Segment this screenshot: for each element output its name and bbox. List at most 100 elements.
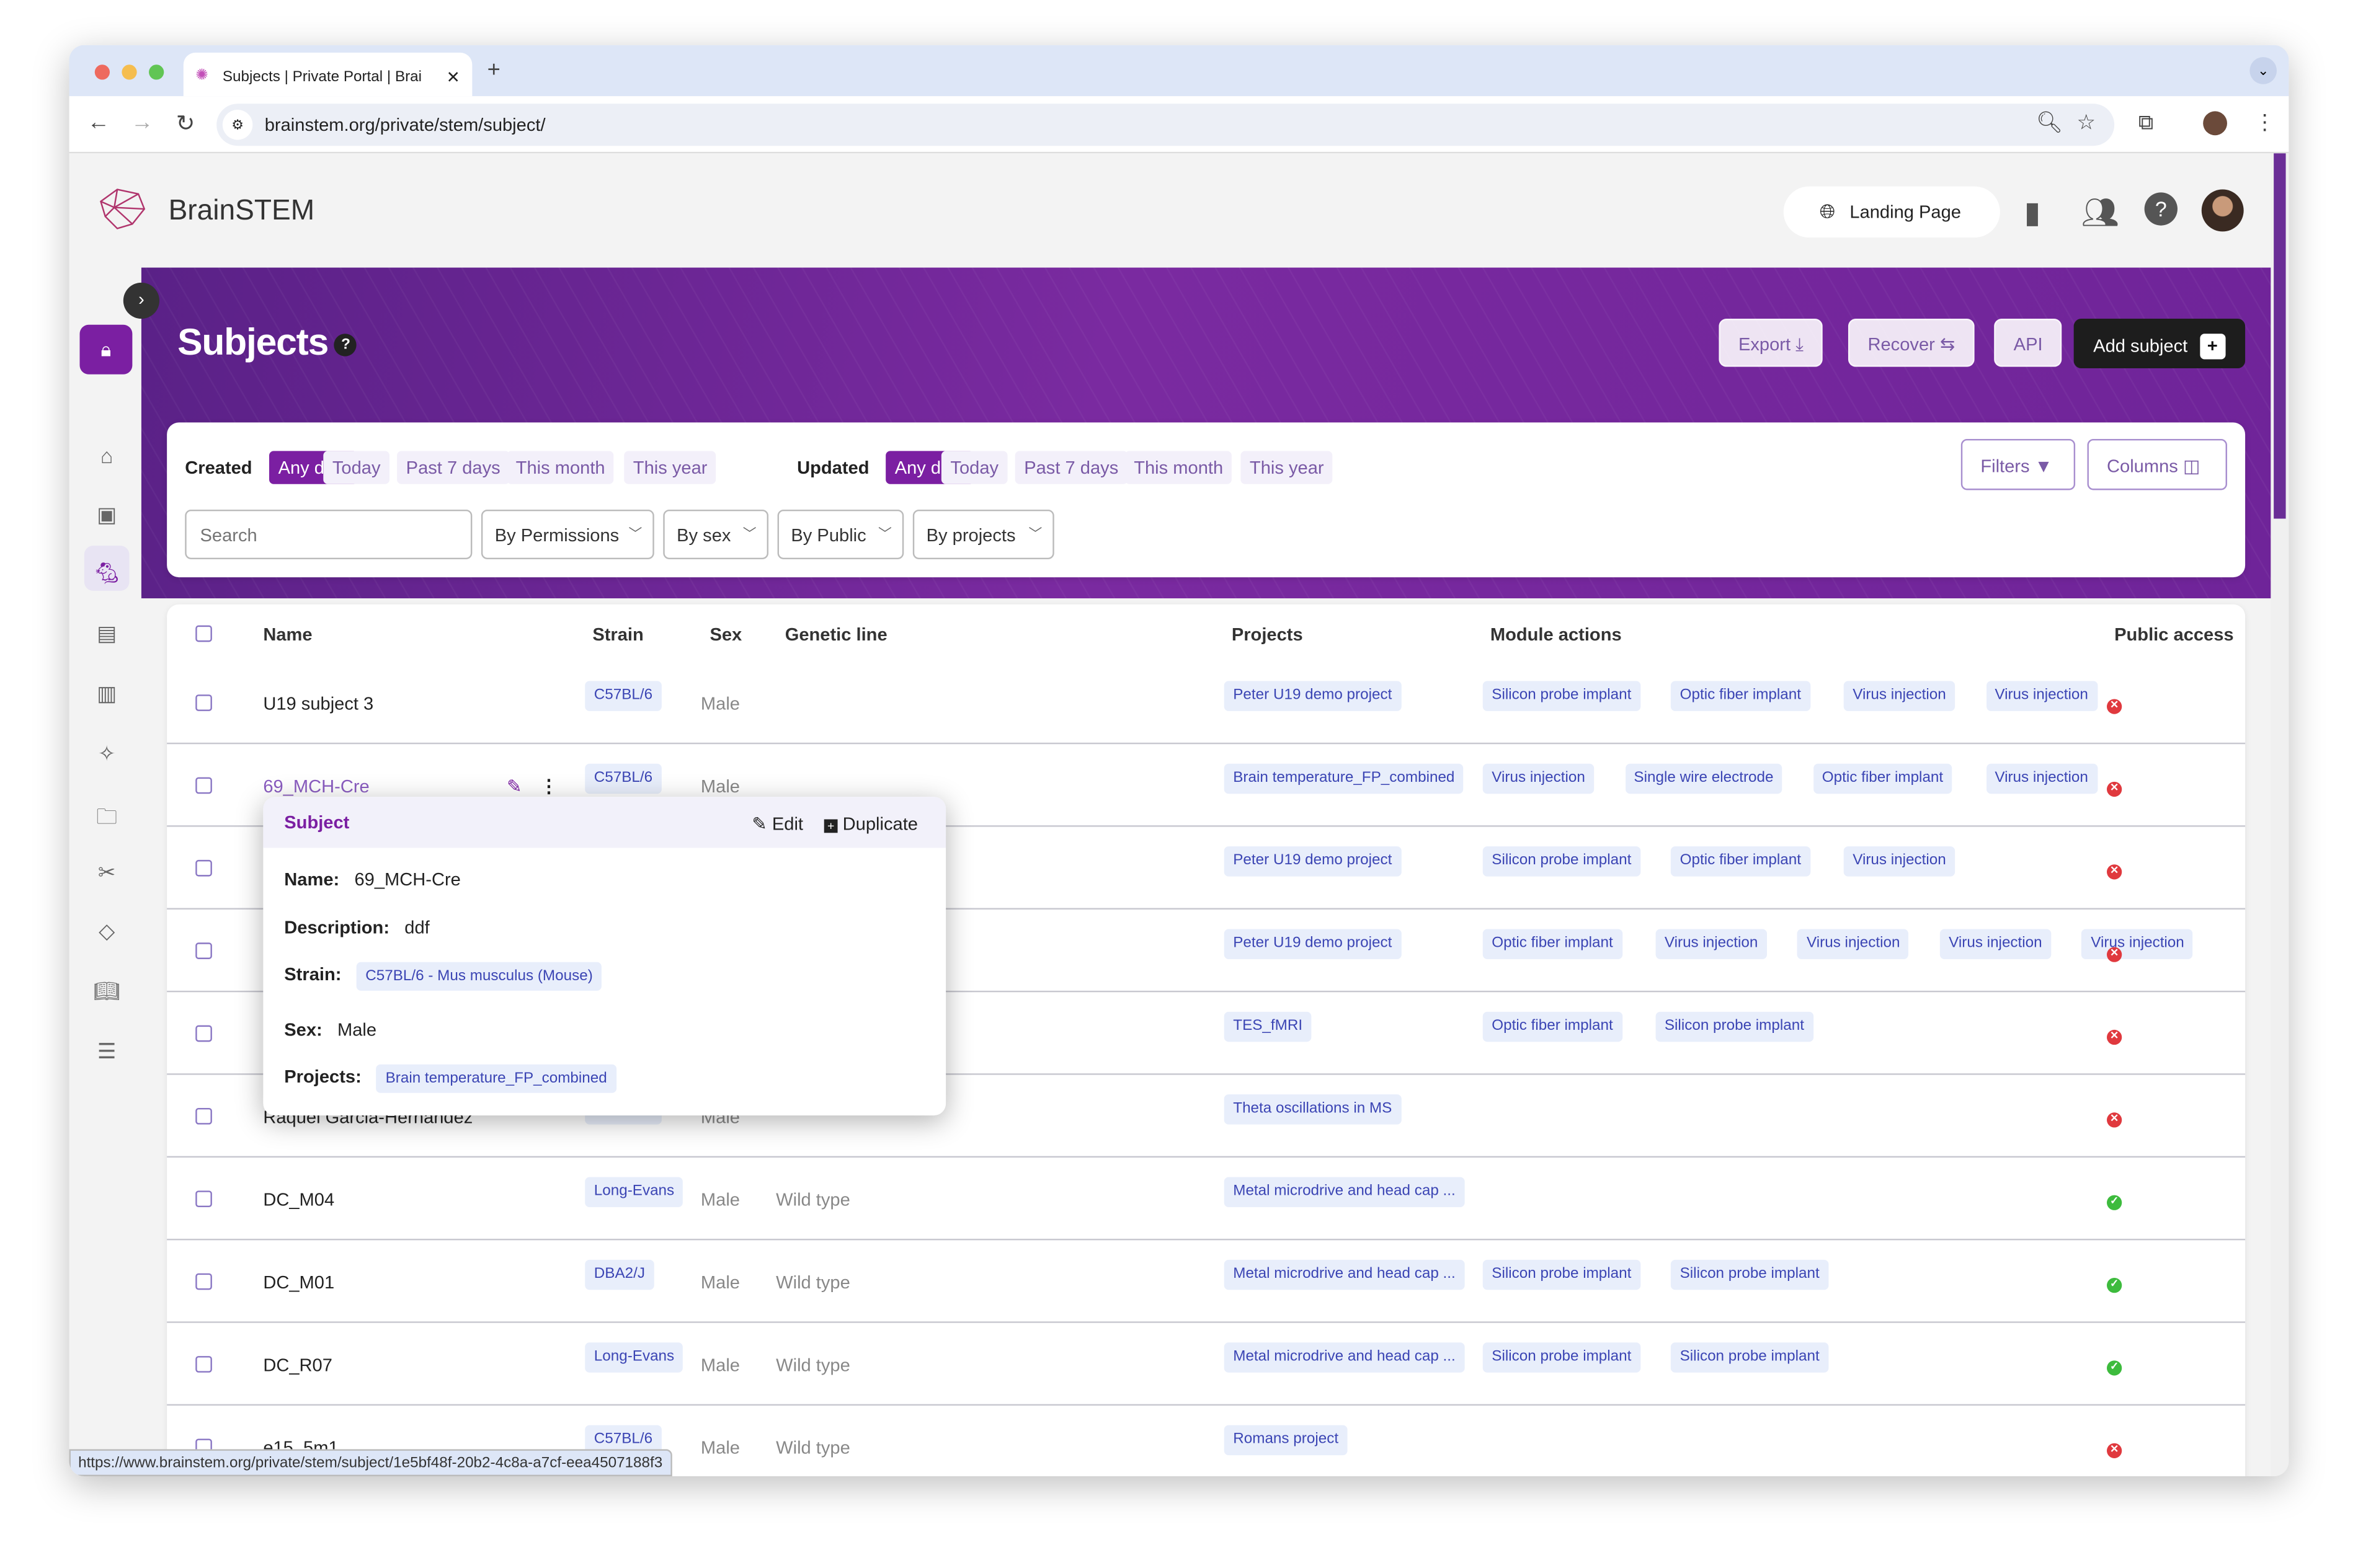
add-subject-button[interactable]: Add subject + [2073, 319, 2245, 369]
module-action-pill[interactable]: Virus injection [1939, 929, 2052, 959]
created-filter-today[interactable]: Today [323, 451, 390, 484]
module-action-pill[interactable]: Optic fiber implant [1671, 846, 1810, 877]
site-settings-icon[interactable]: ⚙ [222, 110, 253, 140]
search-input[interactable] [185, 509, 473, 559]
created-filter-this-month[interactable]: This month [507, 451, 615, 484]
zoom-icon[interactable]: 🔍︎ [2036, 110, 2063, 135]
header-projects[interactable]: Projects [1232, 624, 1303, 645]
api-button[interactable]: API [1994, 319, 2063, 367]
header-sex[interactable]: Sex [710, 624, 742, 645]
sidebar-collections-icon[interactable]: ▤ [93, 621, 120, 646]
project-pill[interactable]: Brain temperature_FP_combined [376, 1064, 616, 1093]
module-action-pill[interactable]: Silicon probe implant [1671, 1342, 1829, 1373]
subject-name-link[interactable]: DC_M01 [263, 1272, 334, 1293]
bookmark-star-icon[interactable]: ☆ [2077, 110, 2096, 135]
row-checkbox[interactable] [195, 777, 212, 794]
new-tab-button[interactable]: + [487, 57, 501, 82]
module-action-pill[interactable]: Virus injection [1985, 681, 2098, 711]
module-action-pill[interactable]: Silicon probe implant [1482, 1259, 1640, 1290]
header-module-actions[interactable]: Module actions [1490, 624, 1622, 645]
project-pill[interactable]: Brain temperature_FP_combined [1224, 763, 1464, 794]
scrollbar-thumb[interactable] [2274, 153, 2286, 519]
export-button[interactable]: Export ⤓ [1719, 319, 1823, 367]
header-genetic-line[interactable]: Genetic line [785, 624, 888, 645]
header-strain[interactable]: Strain [592, 624, 643, 645]
table-row[interactable]: U19 subject 3 C57BL/6 Male Peter U19 demo p… [167, 662, 2246, 745]
sidebar-folder-user-icon[interactable]: 🗀︎ [93, 801, 120, 837]
projects-dropdown[interactable]: By projects ﹀ [912, 509, 1054, 559]
project-pill[interactable]: Metal microdrive and head cap ... [1224, 1342, 1465, 1373]
row-checkbox[interactable] [195, 1025, 212, 1042]
row-checkbox[interactable] [195, 942, 212, 959]
brand-name[interactable]: BrainSTEM [169, 195, 315, 228]
row-checkbox[interactable] [195, 859, 212, 877]
module-action-pill[interactable]: Virus injection [1655, 929, 1767, 959]
columns-button[interactable]: Columns ◫ [2087, 439, 2227, 490]
strain-pill[interactable]: C57BL/6 [585, 681, 662, 711]
header-name[interactable]: Name [263, 624, 312, 645]
header-public-access[interactable]: Public access [2114, 624, 2233, 645]
created-filter-this-year[interactable]: This year [624, 451, 717, 484]
project-pill[interactable]: Peter U19 demo project [1224, 929, 1401, 959]
updated-filter-this-month[interactable]: This month [1124, 451, 1232, 484]
browser-tab[interactable]: ✺ Subjects | Private Portal | Brai ✕ [183, 52, 473, 97]
sidebar-modules-icon[interactable]: ✧ [93, 741, 120, 766]
row-checkbox[interactable] [195, 1273, 212, 1290]
close-window-button[interactable] [94, 64, 110, 80]
table-row[interactable]: DC_M04 Long-Evans Male Wild type Metal micro… [167, 1158, 2246, 1241]
users-icon[interactable]: 👥︎ [2081, 194, 2120, 232]
row-checkbox[interactable] [195, 694, 212, 711]
row-checkbox[interactable] [195, 1190, 212, 1208]
subject-name-link[interactable]: 69_MCH-Cre [263, 776, 369, 797]
module-action-pill[interactable]: Silicon probe implant [1655, 1011, 1813, 1042]
module-action-pill[interactable]: Virus injection [2081, 929, 2194, 959]
close-tab-icon[interactable]: ✕ [447, 68, 460, 87]
project-pill[interactable]: Theta oscillations in MS [1224, 1094, 1401, 1125]
updated-filter-today[interactable]: Today [941, 451, 1008, 484]
sidebar-book-icon[interactable]: 📖︎ [93, 978, 120, 1004]
subject-name-link[interactable]: DC_R07 [263, 1355, 332, 1376]
sidebar-checklist-icon[interactable]: ☰ [93, 1039, 120, 1064]
table-row[interactable]: DC_R07 Long-Evans Male Wild type Metal micro… [167, 1323, 2246, 1406]
module-action-pill[interactable]: Optic fiber implant [1813, 763, 1952, 794]
updated-filter-past-7-days[interactable]: Past 7 days [1015, 451, 1128, 484]
sidebar-home-icon[interactable]: ⌂ [93, 443, 120, 467]
public-dropdown[interactable]: By Public ﹀ [777, 509, 904, 559]
sidebar-tools-icon[interactable]: ✂ [93, 860, 120, 885]
minimize-window-button[interactable] [122, 64, 137, 80]
module-action-pill[interactable]: Optic fiber implant [1482, 929, 1622, 959]
profile-avatar[interactable] [2203, 111, 2227, 136]
select-all-checkbox[interactable] [195, 625, 212, 642]
module-action-pill[interactable]: Silicon probe implant [1482, 846, 1640, 877]
strain-pill[interactable]: C57BL/6 [585, 763, 662, 794]
project-pill[interactable]: Metal microdrive and head cap ... [1224, 1177, 1465, 1208]
bookmark-icon[interactable]: ▮ [2024, 194, 2041, 232]
module-action-pill[interactable]: Virus injection [1985, 763, 2098, 794]
row-menu-icon[interactable]: ⋮ [540, 776, 558, 797]
table-row[interactable]: DC_M01 DBA2/J Male Wild type Metal microdriv… [167, 1240, 2246, 1323]
private-portal-lock-button[interactable]: 🔒︎ [79, 324, 133, 374]
help-icon[interactable]: ? [2144, 192, 2178, 226]
module-action-pill[interactable]: Optic fiber implant [1671, 681, 1810, 711]
sidebar-expand-button[interactable]: › [123, 282, 160, 319]
module-action-pill[interactable]: Virus injection [1843, 846, 1955, 877]
module-action-pill[interactable]: Silicon probe implant [1482, 1342, 1640, 1373]
strain-pill[interactable]: Long-Evans [585, 1177, 683, 1208]
user-avatar[interactable] [2201, 189, 2244, 232]
module-action-pill[interactable]: Single wire electrode [1624, 763, 1783, 794]
recover-button[interactable]: Recover ⇆ [1848, 319, 1975, 367]
module-action-pill[interactable]: Optic fiber implant [1482, 1011, 1622, 1042]
row-checkbox[interactable] [195, 1356, 212, 1373]
edit-button[interactable]: ✎ Edit [752, 813, 803, 835]
project-pill[interactable]: Peter U19 demo project [1224, 846, 1401, 877]
subject-name-link[interactable]: DC_M04 [263, 1189, 334, 1210]
strain-pill[interactable]: Long-Evans [585, 1342, 683, 1373]
project-pill[interactable]: Metal microdrive and head cap ... [1224, 1259, 1465, 1290]
url-field[interactable]: ⚙ brainstem.org/private/stem/subject/ [216, 104, 2115, 146]
strain-pill[interactable]: C57BL/6 - Mus musculus (Mouse) [356, 962, 602, 991]
filters-button[interactable]: Filters ▼ [1960, 439, 2076, 490]
landing-page-button[interactable]: 🌐︎ Landing Page [1783, 186, 2000, 238]
project-pill[interactable]: Romans project [1224, 1425, 1348, 1456]
row-checkbox[interactable] [195, 1108, 212, 1125]
module-action-pill[interactable]: Silicon probe implant [1671, 1259, 1829, 1290]
